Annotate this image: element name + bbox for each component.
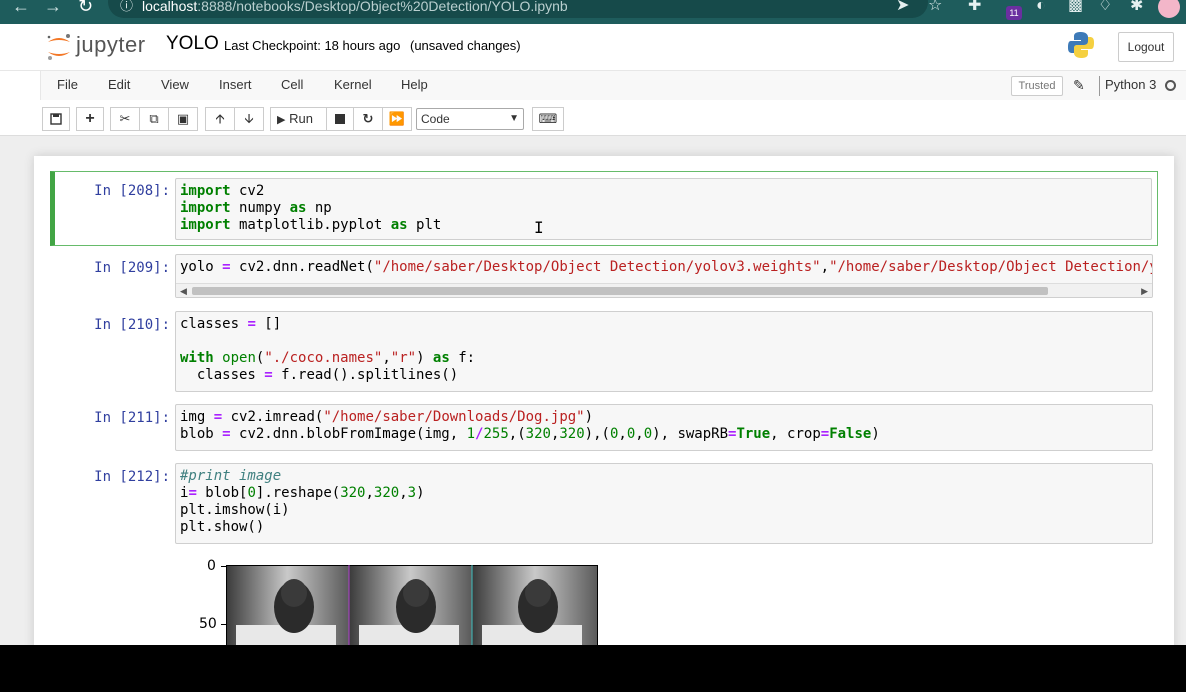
cell-prompt: In [211]: bbox=[94, 410, 170, 426]
shield-icon[interactable]: ♢ bbox=[1098, 0, 1112, 14]
cell-prompt: In [208]: bbox=[94, 183, 170, 199]
screen-bottom-bar bbox=[0, 645, 1186, 692]
save-icon bbox=[50, 113, 62, 125]
cell-prompt: In [209]: bbox=[94, 260, 170, 276]
trusted-indicator[interactable]: Trusted bbox=[1011, 76, 1063, 96]
text-cursor-icon: I bbox=[534, 218, 544, 237]
edit-mode-pencil-icon: ✎ bbox=[1073, 77, 1085, 93]
browser-toolbar: ← → ↻ ⓘ localhost:8888/notebooks/Desktop… bbox=[0, 0, 1186, 24]
cell-type-value: Code bbox=[421, 112, 450, 126]
code-cell[interactable]: In [210]: classes = [] with open("./coco… bbox=[50, 311, 1158, 393]
notebook-name[interactable]: YOLO bbox=[166, 33, 219, 55]
menubar: File Edit View Insert Cell Kernel Help T… bbox=[0, 70, 1186, 101]
menu-kernel[interactable]: Kernel bbox=[334, 77, 372, 92]
send-icon[interactable]: ➤ bbox=[896, 0, 909, 14]
cell-prompt: In [212]: bbox=[94, 469, 170, 485]
notebook-header: jupyter YOLO Last Checkpoint: 18 hours a… bbox=[0, 24, 1186, 70]
site-info-icon[interactable]: ⓘ bbox=[120, 0, 133, 12]
jupyter-brand: jupyter bbox=[76, 32, 146, 57]
y-tick-mark bbox=[221, 566, 226, 567]
autosave-status: (unsaved changes) bbox=[410, 38, 521, 53]
paste-button[interactable]: ▣ bbox=[168, 107, 198, 131]
code-input[interactable]: import cv2 import numpy as np import mat… bbox=[175, 178, 1152, 240]
arrow-up-icon: 🡩 bbox=[215, 111, 225, 126]
dog-image-tile-2 bbox=[349, 565, 472, 647]
code-input[interactable]: img = cv2.imread("/home/saber/Downloads/… bbox=[175, 404, 1153, 451]
arrow-down-icon: 🡫 bbox=[244, 111, 254, 126]
y-tick-mark bbox=[221, 624, 226, 625]
insert-cell-button[interactable]: + bbox=[76, 107, 104, 131]
cell-prompt: In [210]: bbox=[94, 317, 170, 333]
y-tick-label: 0 bbox=[207, 558, 216, 574]
menu-insert[interactable]: Insert bbox=[219, 77, 252, 92]
restart-run-all-button[interactable]: ⏩ bbox=[382, 107, 412, 131]
logout-button[interactable]: Logout bbox=[1118, 32, 1174, 62]
code-cell-selected[interactable]: In [208]: import cv2 import numpy as np … bbox=[50, 171, 1158, 246]
profile-avatar[interactable] bbox=[1158, 0, 1180, 18]
kernel-name[interactable]: Python 3 bbox=[1105, 77, 1156, 92]
dog-image-tile-1 bbox=[226, 565, 349, 647]
reload-icon[interactable]: ↻ bbox=[78, 0, 93, 24]
copy-button[interactable]: ⧉ bbox=[139, 107, 169, 131]
extension-icon[interactable]: ▩ bbox=[1068, 0, 1083, 14]
interrupt-button[interactable] bbox=[326, 107, 354, 131]
menu-edit[interactable]: Edit bbox=[108, 77, 130, 92]
save-button[interactable] bbox=[42, 107, 70, 131]
run-button[interactable]: ▶ Run bbox=[270, 107, 327, 131]
chevron-down-icon: ▼ bbox=[509, 113, 519, 124]
plus-icon: + bbox=[85, 110, 95, 127]
scrollbar-thumb[interactable] bbox=[192, 287, 1048, 295]
cell-type-select[interactable]: Code ▼ bbox=[416, 108, 524, 130]
play-icon: ▶ bbox=[277, 114, 286, 126]
code-cell[interactable]: In [212]: #print image i= blob[0].reshap… bbox=[50, 463, 1158, 545]
menu-file[interactable]: File bbox=[57, 77, 78, 92]
run-label: Run bbox=[289, 111, 313, 126]
python-logo-icon bbox=[1068, 32, 1094, 58]
forward-arrow-icon[interactable]: → bbox=[44, 0, 62, 24]
stop-icon bbox=[335, 114, 345, 124]
dog-image-tile-3 bbox=[472, 565, 598, 647]
menu-help[interactable]: Help bbox=[401, 77, 428, 92]
y-tick-label: 50 bbox=[199, 616, 217, 632]
back-arrow-icon[interactable]: ← bbox=[12, 0, 30, 24]
url-text[interactable]: localhost:8888/notebooks/Desktop/Object%… bbox=[142, 0, 568, 13]
extension-icon[interactable]: ✚ bbox=[968, 0, 981, 14]
bookmark-star-icon[interactable]: ☆ bbox=[928, 0, 942, 14]
code-input[interactable]: #print image i= blob[0].reshape(320,320,… bbox=[175, 463, 1153, 544]
kernel-divider bbox=[1099, 76, 1100, 96]
cut-button[interactable]: ✂ bbox=[110, 107, 140, 131]
menu-view[interactable]: View bbox=[161, 77, 189, 92]
menubar-container: File Edit View Insert Cell Kernel Help T… bbox=[40, 71, 1186, 101]
restart-icon: ↻ bbox=[362, 111, 374, 126]
keyboard-icon: ⌨ bbox=[538, 111, 558, 126]
scissors-icon: ✂ bbox=[119, 111, 131, 126]
move-up-button[interactable]: 🡩 bbox=[205, 107, 235, 131]
puzzle-icon[interactable]: ✱ bbox=[1130, 0, 1143, 14]
horizontal-scrollbar[interactable]: ◀ ▶ bbox=[176, 283, 1152, 297]
restart-button[interactable]: ↻ bbox=[353, 107, 383, 131]
move-down-button[interactable]: 🡫 bbox=[234, 107, 264, 131]
jupyter-logo-icon[interactable] bbox=[44, 32, 74, 62]
image-plot bbox=[226, 565, 598, 647]
command-palette-button[interactable]: ⌨ bbox=[532, 107, 564, 131]
extension-icon[interactable]: ◐ bbox=[1036, 0, 1046, 14]
kernel-status-icon bbox=[1165, 80, 1176, 91]
scroll-left-arrow-icon[interactable]: ◀ bbox=[180, 284, 187, 297]
paste-icon: ▣ bbox=[176, 111, 190, 126]
code-cell[interactable]: In [211]: img = cv2.imread("/home/saber/… bbox=[50, 404, 1158, 452]
extension-badge[interactable]: 11 bbox=[1006, 6, 1022, 20]
notebook-toolbar: + ✂ ⧉ ▣ 🡩 🡫 ▶ Run ↻ ⏩ Code ▼ ⌨ bbox=[0, 100, 1186, 136]
checkpoint-status: Last Checkpoint: 18 hours ago bbox=[224, 38, 401, 53]
code-input[interactable]: yolo = cv2.dnn.readNet("/home/saber/Desk… bbox=[175, 254, 1153, 298]
scroll-right-arrow-icon[interactable]: ▶ bbox=[1141, 284, 1148, 297]
code-input[interactable]: classes = [] with open("./coco.names","r… bbox=[175, 311, 1153, 392]
copy-icon: ⧉ bbox=[149, 111, 159, 126]
code-cell[interactable]: In [209]: yolo = cv2.dnn.readNet("/home/… bbox=[50, 254, 1158, 300]
menu-cell[interactable]: Cell bbox=[281, 77, 303, 92]
fast-forward-icon: ⏩ bbox=[388, 111, 406, 126]
